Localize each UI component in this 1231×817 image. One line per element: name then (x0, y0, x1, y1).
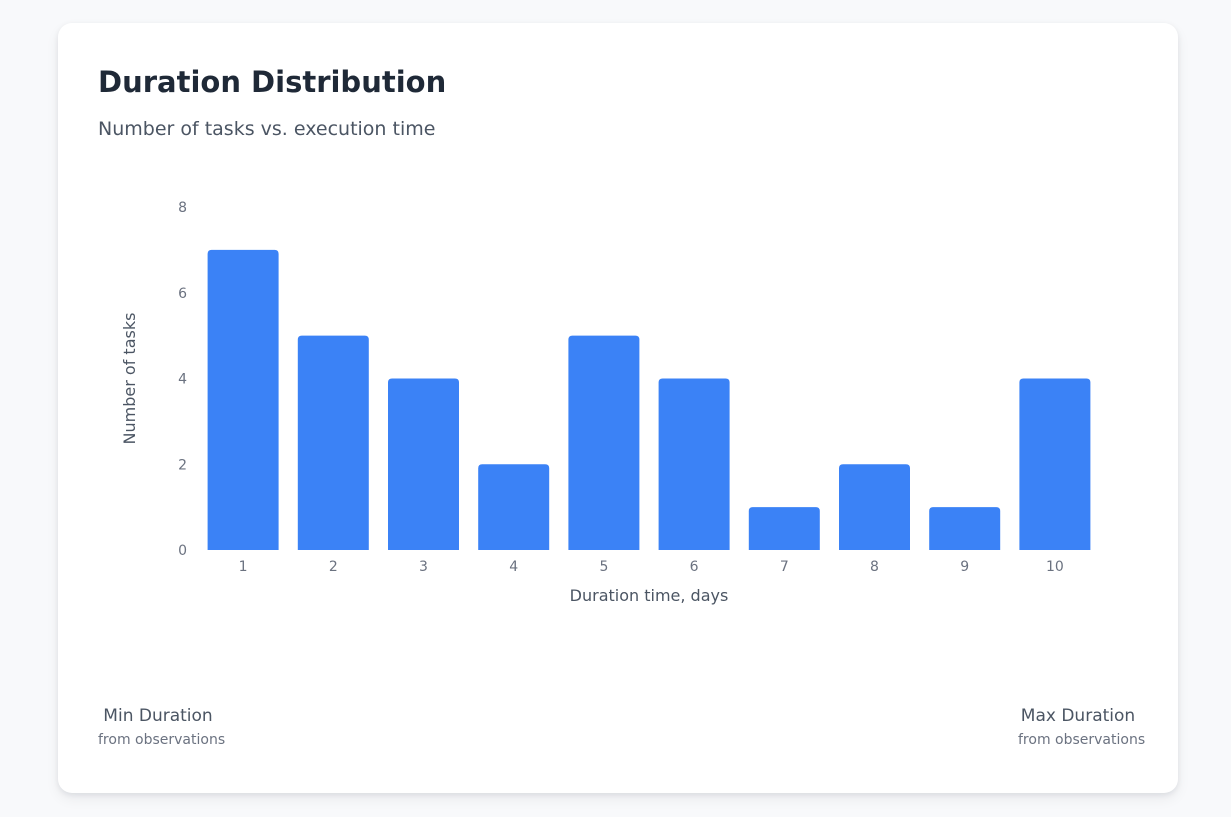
y-axis-ticks: 0 2 4 6 8 (178, 200, 187, 559)
bar[interactable] (1019, 378, 1091, 551)
max-duration-label: Max Duration (1020, 706, 1136, 726)
x-tick-label: 2 (329, 559, 338, 575)
x-tick-label: 5 (599, 559, 608, 575)
x-tick-label: 9 (960, 559, 969, 575)
min-duration-label: Min Duration (103, 706, 213, 726)
bar[interactable] (839, 464, 910, 550)
y-tick-label: 8 (178, 200, 187, 216)
bar[interactable] (297, 335, 369, 550)
x-tick-label: 7 (780, 559, 789, 575)
min-duration-stat: Min Duration from observations (98, 706, 226, 748)
x-axis-ticks: 1 2 3 4 5 6 7 8 9 10 (239, 559, 1064, 575)
bar[interactable] (207, 249, 279, 550)
bar[interactable] (658, 378, 730, 551)
x-axis-label: Duration time, days (570, 586, 729, 605)
x-tick-label: 6 (690, 559, 699, 575)
bar[interactable] (478, 464, 550, 550)
duration-card: Duration Distribution Number of tasks vs… (58, 23, 1178, 793)
y-axis-label: Number of tasks (120, 313, 139, 445)
max-duration-sub: from observations (1018, 732, 1146, 748)
y-tick-label: 0 (178, 543, 187, 559)
bar[interactable] (929, 507, 1001, 550)
bar[interactable] (748, 507, 820, 550)
bars-group (207, 249, 1091, 551)
bar[interactable] (568, 335, 640, 550)
x-tick-label: 8 (870, 559, 879, 575)
x-tick-label: 4 (509, 559, 518, 575)
x-tick-label: 10 (1046, 559, 1064, 575)
x-tick-label: 1 (239, 559, 248, 575)
max-duration-stat: Max Duration from observations (1018, 706, 1146, 748)
y-tick-label: 6 (178, 286, 187, 302)
min-duration-sub: from observations (98, 732, 226, 748)
y-tick-label: 4 (178, 372, 187, 388)
duration-bar-chart: 0 2 4 6 8 1 2 3 4 5 6 7 8 9 10 Duration time, days Nu… (120, 200, 1091, 605)
bar[interactable] (388, 378, 459, 551)
y-tick-label: 2 (178, 457, 187, 473)
x-tick-label: 3 (419, 559, 428, 575)
